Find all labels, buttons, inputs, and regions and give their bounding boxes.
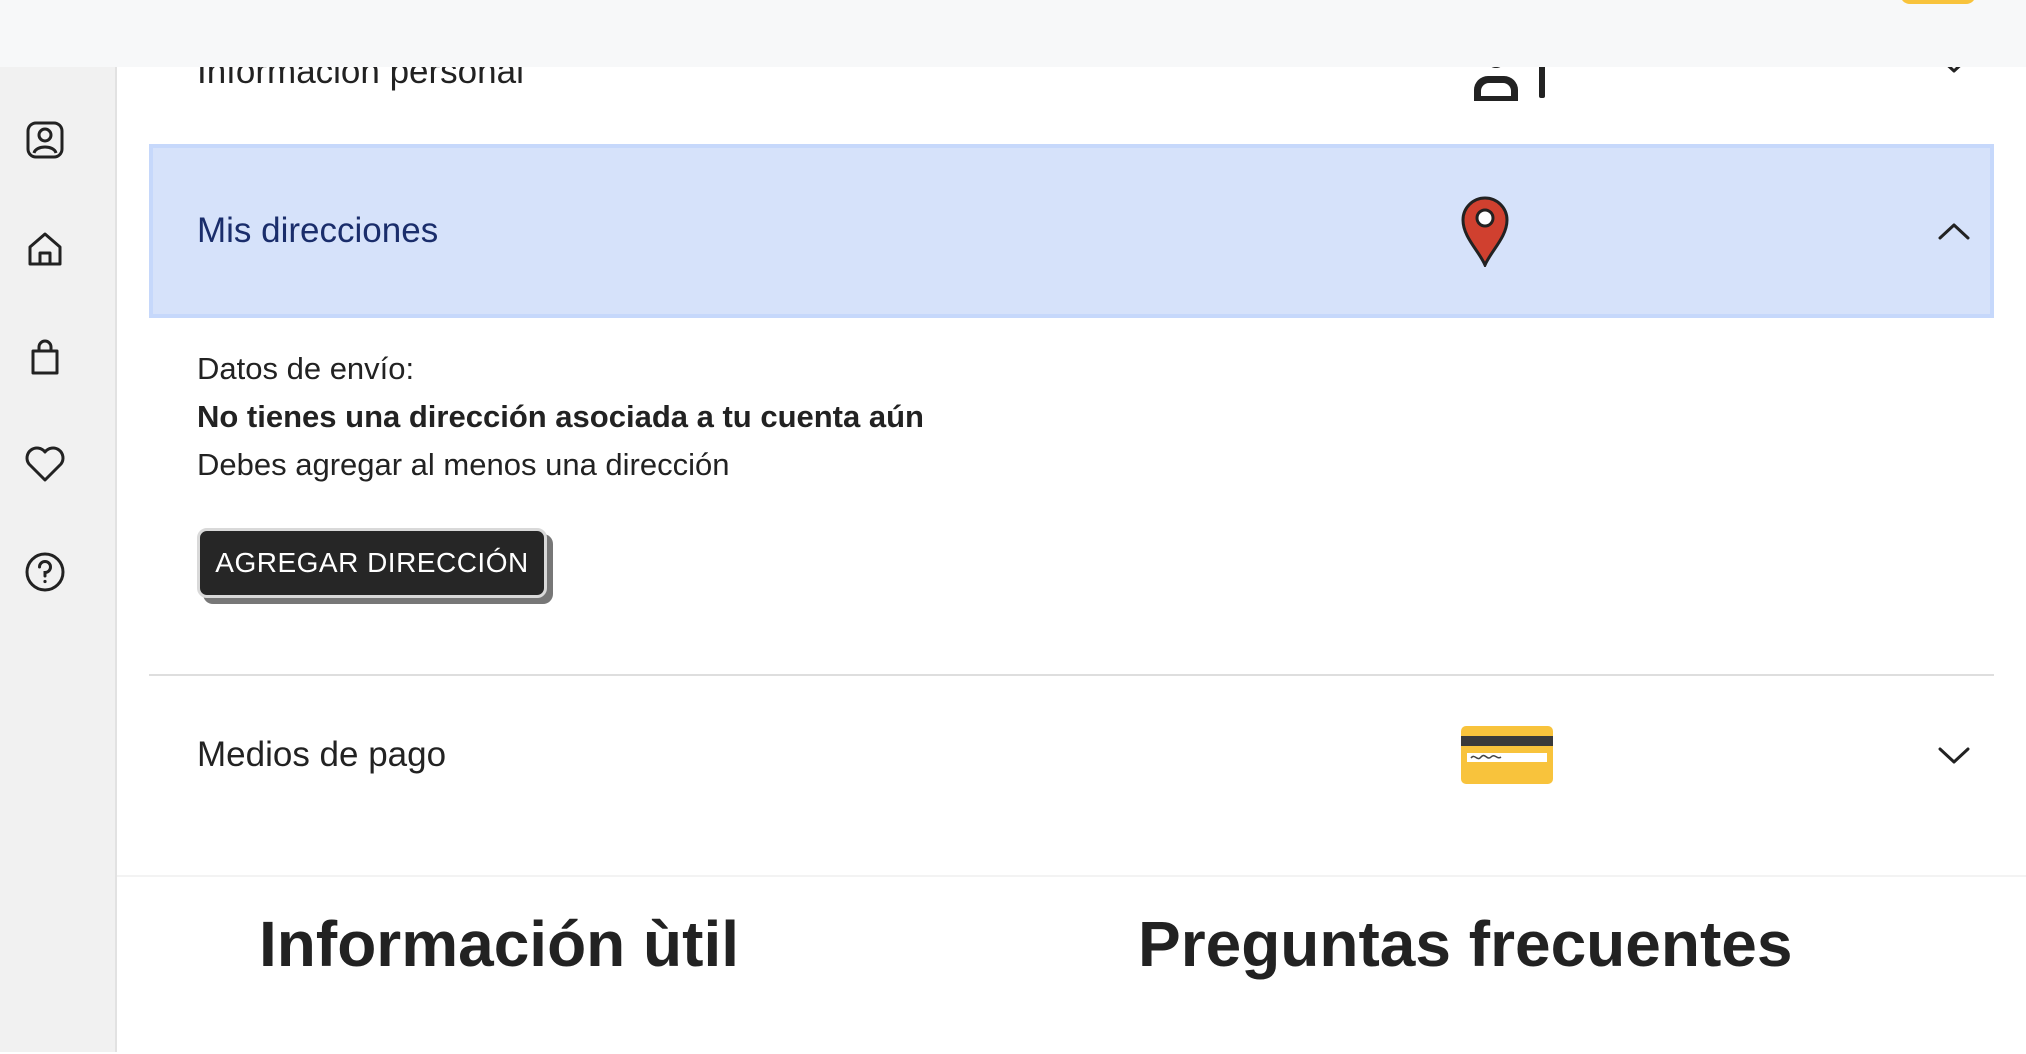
add-address-button[interactable]: AGREGAR DIRECCIÓN bbox=[197, 528, 547, 598]
chevron-up-icon[interactable] bbox=[1934, 211, 1974, 251]
accordion-title: Mis direcciones bbox=[197, 211, 439, 250]
accordion-payment-methods[interactable]: Medios de pago bbox=[149, 674, 1994, 834]
heart-icon[interactable] bbox=[24, 443, 66, 485]
shipping-label: Datos de envío: bbox=[197, 351, 415, 386]
question-circle-icon[interactable] bbox=[24, 551, 66, 593]
accordion-my-addresses[interactable]: Mis direcciones bbox=[149, 144, 1994, 318]
cart-badge[interactable] bbox=[1900, 0, 1976, 4]
shopping-bag-icon[interactable] bbox=[24, 336, 66, 378]
chevron-down-icon[interactable] bbox=[1934, 735, 1974, 775]
account-main: Información personal Mis direcciones Dat… bbox=[117, 0, 2026, 1054]
home-icon[interactable] bbox=[24, 228, 66, 270]
addresses-panel: Datos de envío: No tienes una dirección … bbox=[197, 345, 1897, 489]
empty-address-hint: Debes agregar al menos una dirección bbox=[197, 447, 730, 482]
empty-address-title: No tienes una dirección asociada a tu cu… bbox=[197, 399, 924, 434]
useful-info-heading: Información ùtil bbox=[259, 908, 739, 980]
accordion-title: Medios de pago bbox=[197, 735, 447, 774]
map-pin-icon bbox=[1459, 195, 1511, 267]
top-bar bbox=[0, 0, 2026, 67]
footer: Información ùtil Preguntas frecuentes bbox=[117, 875, 2026, 1054]
faq-heading: Preguntas frecuentes bbox=[1138, 908, 1793, 980]
user-badge-icon[interactable] bbox=[24, 119, 66, 161]
sidebar bbox=[0, 67, 117, 1052]
credit-card-icon bbox=[1461, 726, 1553, 784]
